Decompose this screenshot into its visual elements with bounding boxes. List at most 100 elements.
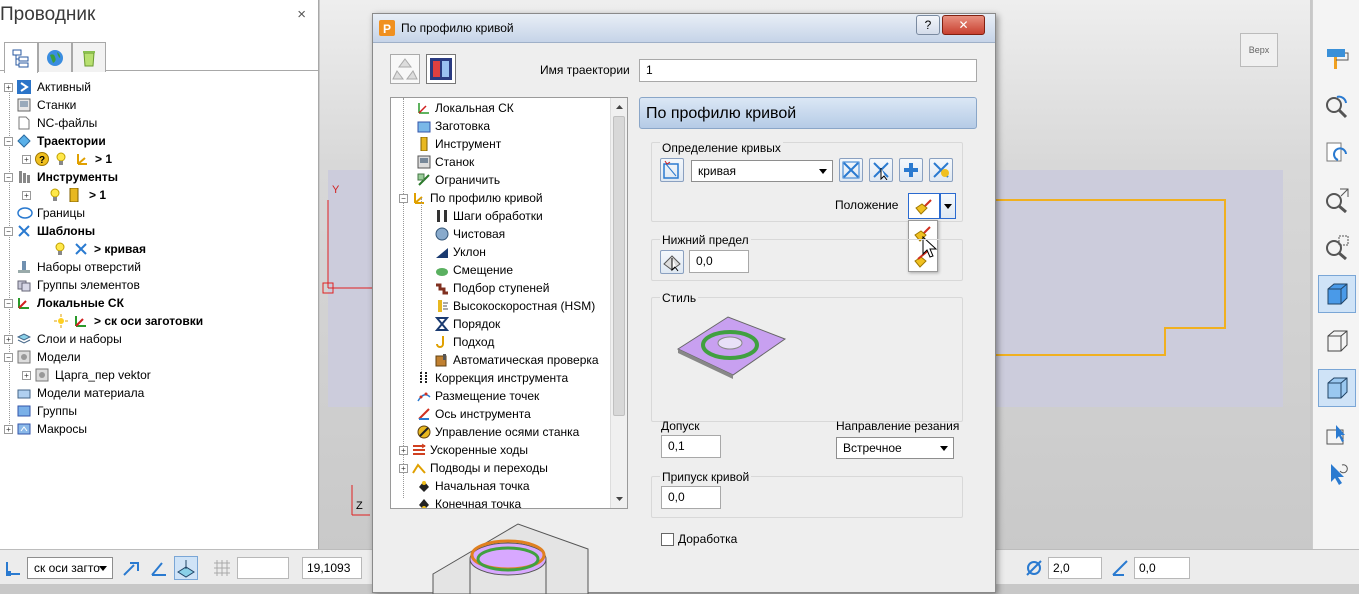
tree-item-models[interactable]: − Модели	[4, 348, 81, 366]
position-button[interactable]	[908, 193, 940, 219]
tree-item-start-point[interactable]: Начальная точка	[417, 477, 530, 495]
tree-item-axis-control[interactable]: Управление осями станка	[417, 423, 579, 441]
curve-profile-dialog: P По профилю кривой ? ✕ Имя траектории 1…	[372, 13, 996, 594]
tree-item-label: Модели материала	[37, 386, 145, 400]
traj-name-value: 1	[646, 63, 653, 77]
zoom-extents-button[interactable]	[1318, 181, 1356, 219]
tree-item-workplane[interactable]: Локальная СК	[417, 99, 514, 117]
tree-item-nc-files[interactable]: NC-файлы	[17, 114, 97, 132]
tolerance-input[interactable]: 0,1	[661, 435, 721, 458]
tree-item-tools[interactable]: − Инструменты	[4, 168, 118, 186]
tree-item-offset[interactable]: Смещение	[435, 261, 513, 279]
tree-item-feature-groups[interactable]: Группы элементов	[17, 276, 140, 294]
diameter-field[interactable]: 2,0	[1048, 557, 1102, 579]
tab-recycle[interactable]	[72, 42, 106, 72]
workplane-select[interactable]: ск оси загто	[27, 557, 113, 579]
dialog-close-button[interactable]: ✕	[942, 15, 985, 35]
angle-field[interactable]: 0,0	[1134, 557, 1190, 579]
tree-item-draft[interactable]: Уклон	[435, 243, 486, 261]
tree-item-stepdowns[interactable]: Шаги обработки	[435, 207, 543, 225]
tree-item-macros[interactable]: + Макросы	[4, 420, 87, 438]
tree-item-limit[interactable]: Ограничить	[417, 171, 500, 189]
help-button[interactable]: ?	[916, 15, 940, 35]
tree-item-tool-1[interactable]: + > 1	[22, 186, 106, 204]
curve-allowance-input[interactable]: 0,0	[661, 486, 721, 509]
view-cube-top[interactable]: Верх	[1240, 33, 1278, 67]
axis-toggle-button[interactable]	[120, 557, 144, 579]
tree-item-rapid-moves[interactable]: + Ускоренные ходы	[399, 441, 528, 459]
tree-item-label: Группы	[37, 404, 77, 418]
tree-item-pattern-curve[interactable]: > кривая	[54, 240, 146, 258]
cut-direction-value: Встречное	[843, 441, 902, 455]
tree-item-hsm[interactable]: Высокоскоростная (HSM)	[435, 297, 595, 315]
tab-globe[interactable]	[38, 42, 72, 72]
axis-rotate-button[interactable]	[148, 557, 172, 579]
tree-item-groups[interactable]: Группы	[17, 402, 77, 420]
tree-item-workplane-stock[interactable]: > ск оси заготовки	[54, 312, 203, 330]
tree-item-label: Станки	[37, 98, 77, 112]
group-icon	[17, 404, 33, 418]
curve-paint-button[interactable]	[929, 158, 953, 182]
shaded-view-button[interactable]	[1318, 275, 1356, 313]
refresh-view-button[interactable]	[1318, 134, 1356, 172]
tree-item-label: > кривая	[94, 242, 146, 256]
tree-item-cutter-comp[interactable]: Коррекция инструмента	[417, 369, 568, 387]
tree-item-hole-sets[interactable]: Наборы отверстий	[17, 258, 141, 276]
select-undo-button[interactable]	[1318, 455, 1356, 493]
tab-tree[interactable]	[4, 42, 38, 73]
tree-item-approach[interactable]: Подход	[435, 333, 494, 351]
tree-item-leads-links[interactable]: + Подводы и переходы	[399, 459, 548, 477]
curve-add-button[interactable]	[899, 158, 923, 182]
wireframe-view-button[interactable]	[1318, 322, 1356, 360]
coord-field: 19,1093	[302, 557, 362, 579]
tree-item-layers[interactable]: + Слои и наборы	[4, 330, 122, 348]
scrollbar-thumb[interactable]	[613, 116, 625, 416]
paint-roller-button[interactable]	[1318, 40, 1356, 78]
traj-name-input[interactable]: 1	[639, 59, 977, 82]
tree-item-patterns[interactable]: − Шаблоны	[4, 222, 95, 240]
lower-limit-pick-button[interactable]	[660, 250, 684, 274]
grid-button[interactable]	[212, 558, 232, 578]
tree-item-tool[interactable]: Инструмент	[417, 135, 501, 153]
tree-item-stock-models[interactable]: Модели материала	[17, 384, 144, 402]
tree-item-stock[interactable]: Заготовка	[417, 117, 490, 135]
explorer-close-button[interactable]: ×	[297, 6, 306, 23]
style-preview-image[interactable]	[673, 309, 789, 379]
tree-item-toolpath-1[interactable]: + ? > 1	[22, 150, 112, 168]
tree-item-tool-axis[interactable]: Ось инструмента	[417, 405, 531, 423]
tree-item-model-tsarga[interactable]: + Царга_пер vektor	[22, 366, 151, 384]
tree-item-active[interactable]: + Активный	[4, 78, 91, 96]
cut-direction-select[interactable]: Встречное	[836, 437, 954, 459]
curve-edit-button[interactable]	[839, 158, 863, 182]
tree-item-auto-verify[interactable]: Автоматическая проверка	[435, 351, 599, 369]
end-point-icon	[417, 497, 431, 508]
tree-item-boundaries[interactable]: Границы	[17, 204, 85, 222]
zoom-box-button[interactable]	[1318, 228, 1356, 266]
recycle-strategy-button[interactable]	[390, 54, 420, 84]
tree-scrollbar[interactable]	[610, 98, 627, 508]
lower-limit-input[interactable]: 0,0	[689, 250, 749, 273]
endmill-icon	[69, 187, 85, 203]
tree-item-end-point[interactable]: Конечная точка	[417, 495, 521, 508]
plane-toggle-button[interactable]	[174, 556, 198, 580]
tree-item-ordering[interactable]: Порядок	[434, 315, 500, 333]
workplane-icon	[417, 101, 431, 115]
tree-item-step-selection[interactable]: Подбор ступеней	[435, 279, 549, 297]
zoom-rotate-button[interactable]	[1318, 87, 1356, 125]
curve-select[interactable]: кривая	[691, 160, 833, 182]
status-empty-field[interactable]	[237, 557, 289, 579]
position-dropdown-button[interactable]	[940, 193, 956, 219]
tree-item-point-dist[interactable]: Размещение точек	[417, 387, 539, 405]
tree-item-machine[interactable]: Станок	[417, 153, 474, 171]
tree-item-machines[interactable]: Станки	[17, 96, 76, 114]
strategy-image-button[interactable]	[426, 54, 456, 84]
tree-item-toolpaths[interactable]: − Траектории	[4, 132, 106, 150]
tree-item-workplanes[interactable]: − Локальные СК	[4, 294, 124, 312]
tree-item-finishing[interactable]: Чистовая	[435, 225, 505, 243]
curve-edit-icon	[842, 161, 860, 179]
rework-checkbox[interactable]	[661, 533, 674, 546]
draw-curve-button[interactable]	[660, 158, 684, 182]
select-box-button[interactable]	[1318, 416, 1356, 454]
transparent-view-button[interactable]	[1318, 369, 1356, 407]
curve-select-button[interactable]	[869, 158, 893, 182]
